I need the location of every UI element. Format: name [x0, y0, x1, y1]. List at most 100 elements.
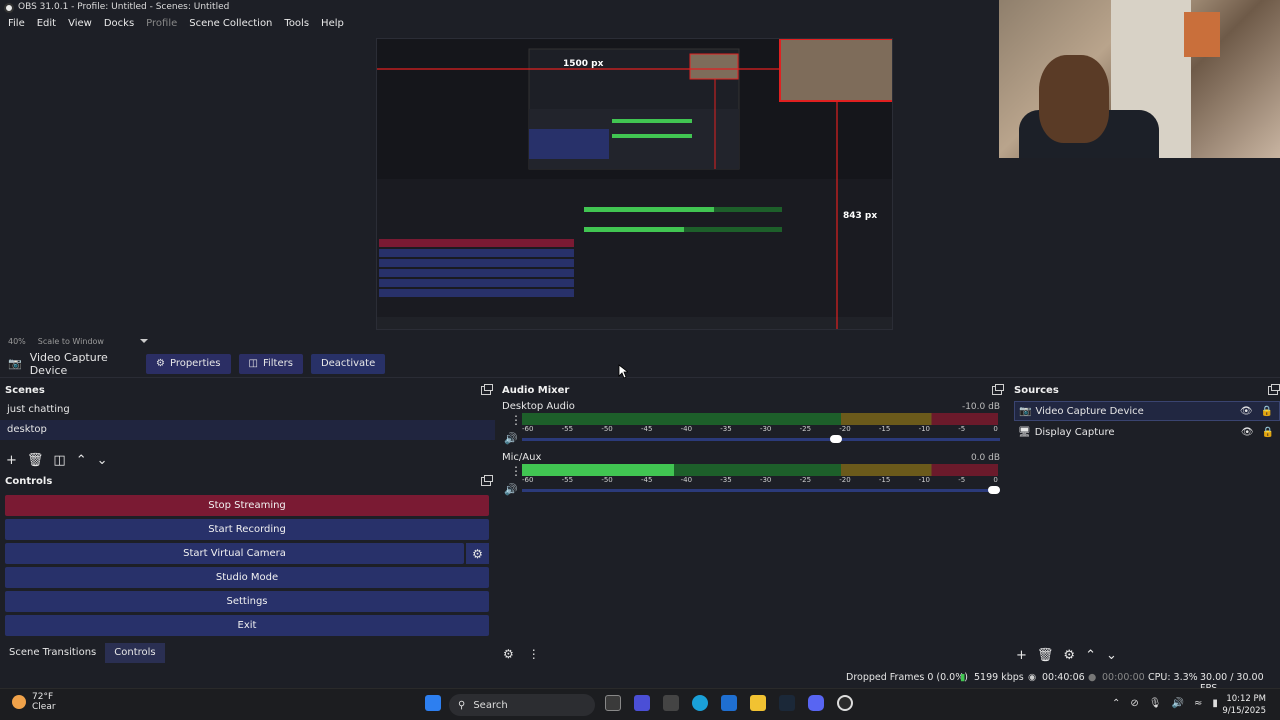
gear-icon[interactable]: ⚙ [1063, 648, 1075, 663]
menu-view[interactable]: View [62, 15, 98, 32]
source-item-display-capture[interactable]: 🖥 Display Capture 👁 🔒 [1014, 422, 1280, 442]
studio-mode-button[interactable]: Studio Mode [5, 567, 489, 588]
menu-docks[interactable]: Docks [98, 15, 140, 32]
speaker-icon[interactable]: 🔊 [504, 483, 518, 496]
kebab-menu-icon[interactable]: ⋮ [510, 464, 522, 478]
window-title: OBS 31.0.1 - Profile: Untitled - Scenes:… [18, 2, 230, 12]
taskbar-search[interactable]: ⚲ Search [449, 694, 595, 716]
eye-icon[interactable]: 👁 [1241, 427, 1254, 438]
kebab-menu-icon[interactable]: ⋮ [510, 413, 522, 427]
outlook-icon[interactable] [721, 695, 737, 711]
stop-streaming-button[interactable]: Stop Streaming [5, 495, 489, 516]
app-icon[interactable] [663, 695, 679, 711]
sources-dock: Sources 📷 Video Capture Device 👁 🔒 🖥 Disp… [1010, 383, 1280, 663]
add-icon[interactable]: + [6, 453, 17, 468]
stream-time: 00:40:06 [1042, 672, 1085, 683]
properties-button[interactable]: ⚙ Properties [146, 353, 231, 374]
sources-undock-icon[interactable] [1268, 384, 1280, 395]
stream-icon: ◉ [1028, 672, 1037, 683]
file-explorer-icon[interactable] [750, 695, 766, 711]
scene-item-desktop[interactable]: desktop [0, 420, 495, 440]
discord-icon[interactable] [808, 695, 824, 711]
chevron-down-icon[interactable] [139, 339, 148, 343]
advanced-audio-icon[interactable]: ⚙ [503, 647, 514, 661]
dropped-frames: Dropped Frames 0 (0.0%) [846, 672, 968, 683]
start-virtual-camera-label: Start Virtual Camera [183, 548, 286, 559]
meter-tick-label: -50 [601, 476, 613, 484]
search-icon: ⚲ [458, 699, 466, 711]
microphone-icon[interactable]: 🎙 [1149, 698, 1162, 709]
meter-tick-label: -25 [799, 425, 812, 433]
start-virtual-camera-button[interactable]: Start Virtual Camera [5, 543, 464, 564]
taskbar-search-label: Search [473, 699, 508, 711]
lock-icon[interactable]: 🔒 [1262, 427, 1274, 438]
video-capture-preview[interactable] [999, 0, 1280, 158]
exit-button[interactable]: Exit [5, 615, 489, 636]
scenes-dock: Scenes just chatting desktop + 🗑 ◫ ⌃ ⌄ [0, 383, 495, 471]
menu-profile[interactable]: Profile [140, 15, 183, 32]
scale-mode-select[interactable]: Scale to Window [38, 337, 104, 346]
desktop-audio-volume-knob[interactable] [829, 435, 842, 443]
deactivate-button[interactable]: Deactivate [310, 353, 386, 374]
add-icon[interactable]: + [1016, 648, 1027, 663]
settings-button[interactable]: Settings [5, 591, 489, 612]
tab-scene-transitions[interactable]: Scene Transitions [0, 643, 105, 663]
menu-tools[interactable]: Tools [278, 15, 315, 32]
controls-undock-icon[interactable] [481, 475, 493, 486]
clock[interactable]: 10:12 PM 9/15/2025 [1222, 693, 1266, 717]
store-icon[interactable] [634, 695, 650, 711]
menu-edit[interactable]: Edit [31, 15, 62, 32]
desktop-audio-volume-slider[interactable] [522, 435, 1000, 443]
chevron-up-icon[interactable]: ⌃ [1112, 698, 1120, 709]
chevron-up-icon[interactable]: ⌃ [1085, 648, 1096, 663]
scenes-undock-icon[interactable] [481, 384, 493, 395]
weather-desc: Clear [32, 702, 56, 712]
display-capture-preview[interactable]: 1500 px 843 px [376, 38, 893, 330]
start-recording-button[interactable]: Start Recording [5, 519, 489, 540]
lock-icon[interactable]: 🔒 [1261, 406, 1273, 417]
trash-icon[interactable]: 🗑 [27, 453, 44, 468]
battery-icon[interactable]: ▮ [1212, 698, 1218, 709]
obs-icon[interactable] [837, 695, 853, 711]
chevron-down-icon[interactable]: ⌄ [97, 453, 108, 468]
sources-toolbar: + 🗑 ⚙ ⌃ ⌄ [1010, 645, 1117, 665]
chevron-up-icon[interactable]: ⌃ [76, 453, 87, 468]
mic-aux-volume-slider[interactable] [522, 486, 1000, 494]
tab-controls[interactable]: Controls [105, 643, 165, 663]
desktop-audio-meter [522, 413, 998, 425]
eye-icon[interactable]: 👁 [1240, 406, 1253, 417]
meter-tick-label: -30 [759, 425, 772, 433]
windows-start-icon[interactable] [425, 695, 441, 711]
trash-icon[interactable]: 🗑 [1037, 648, 1054, 663]
meter-tick-label: -20 [839, 476, 851, 484]
gear-icon: ⚙ [156, 358, 165, 369]
scene-filters-icon[interactable]: ◫ [53, 453, 65, 468]
network-off-icon[interactable]: ⊘ [1130, 698, 1138, 709]
menu-scene-collection[interactable]: Scene Collection [183, 15, 278, 32]
menu-file[interactable]: File [2, 15, 31, 32]
weather-widget[interactable]: 72°F Clear [12, 692, 56, 712]
task-view-icon[interactable] [605, 695, 621, 711]
mixer-undock-icon[interactable] [992, 384, 1004, 395]
scenes-title: Scenes [5, 385, 45, 396]
edge-icon[interactable] [692, 695, 708, 711]
webcam-person-face [1039, 55, 1109, 143]
source-item-video-capture[interactable]: 📷 Video Capture Device 👁 🔒 [1014, 401, 1280, 421]
nested-obs-screenshot [377, 39, 892, 329]
scene-item-just-chatting[interactable]: just chatting [0, 400, 495, 420]
meter-tick-label: -40 [680, 476, 693, 484]
source-toolbar: 📷 Video Capture Device ⚙ Properties ◫ Fi… [0, 350, 1280, 378]
filter-icon: ◫ [248, 358, 258, 369]
menu-help[interactable]: Help [315, 15, 350, 32]
meter-tick-label: -60 [522, 425, 534, 433]
virtual-camera-settings-icon[interactable]: ⚙ [466, 543, 489, 564]
filters-button[interactable]: ◫ Filters [238, 353, 303, 374]
kebab-menu-icon[interactable]: ⋮ [528, 647, 540, 661]
chevron-down-icon[interactable]: ⌄ [1106, 648, 1117, 663]
mouse-cursor-icon [618, 364, 628, 379]
mic-aux-volume-knob[interactable] [988, 486, 1000, 494]
wifi-icon[interactable]: ≈ [1194, 698, 1202, 709]
volume-icon[interactable]: 🔊 [1171, 698, 1183, 709]
steam-icon[interactable] [779, 695, 795, 711]
speaker-icon[interactable]: 🔊 [504, 432, 518, 445]
